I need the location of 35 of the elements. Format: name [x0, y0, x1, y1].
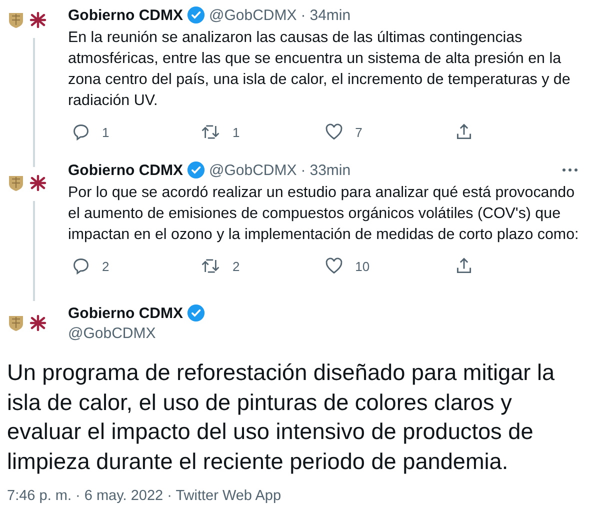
separator-dot: ·	[300, 6, 306, 24]
tweet-text: En la reunión se analizaron las causas de las últimas contingencias atmosféricas, entre las que se encuentra un sistema de alta presión en la zona centro del país, una isla de calor, el incremento de temperaturas y de radiación UV.	[68, 28, 572, 111]
author-name[interactable]: Gobierno CDMX	[68, 6, 183, 24]
author-handle[interactable]: @GobCDMX	[68, 325, 584, 342]
author-handle[interactable]: @GobCDMX	[209, 6, 297, 24]
avatar-logo-icon	[8, 12, 48, 28]
retweet-count: 2	[232, 258, 240, 274]
reply-count: 2	[102, 258, 110, 274]
verified-badge-icon	[187, 161, 205, 179]
reply-icon[interactable]	[72, 123, 90, 141]
retweet-count: 1	[232, 124, 240, 140]
avatar-logo-icon	[8, 315, 48, 331]
tweet-time[interactable]: 34min	[310, 6, 351, 24]
tweet-timestamp[interactable]: 7:46 p. m. · 6 may. 2022 · Twitter Web App	[7, 488, 282, 504]
like-count: 10	[355, 258, 370, 274]
author-name[interactable]: Gobierno CDMX	[68, 162, 183, 178]
retweet-icon[interactable]	[201, 257, 220, 275]
tweet-time[interactable]: 33min	[310, 162, 351, 178]
author-name[interactable]: Gobierno CDMX	[68, 304, 183, 322]
tweet-text: Por lo que se acordó realizar un estudio para analizar qué está provocando el aumento de emisiones de compuestos orgánicos volátiles (COV's) que impactan en el ozono y la implementación de medidas de corto plazo como:	[68, 183, 580, 245]
avatar-logo-icon	[8, 175, 48, 191]
heart-icon[interactable]	[325, 123, 344, 141]
author-handle[interactable]: @GobCDMX	[209, 162, 297, 178]
verified-badge-icon	[187, 304, 205, 322]
reply-icon[interactable]	[72, 257, 90, 275]
reply-count: 1	[102, 124, 110, 140]
heart-icon[interactable]	[325, 257, 344, 275]
like-count: 7	[355, 124, 362, 140]
separator-dot: ·	[300, 162, 306, 178]
more-icon[interactable]	[562, 168, 578, 172]
share-icon[interactable]	[454, 123, 473, 141]
share-icon[interactable]	[454, 257, 473, 275]
verified-badge-icon	[187, 6, 205, 24]
tweet-text: Un programa de reforestación diseñado para mitigar la isla de calor, el uso de pinturas de colores claros y evaluar el impacto del uso intensivo de productos de limpieza durante el reciente periodo de pandemia.	[7, 359, 556, 476]
retweet-icon[interactable]	[201, 123, 220, 141]
